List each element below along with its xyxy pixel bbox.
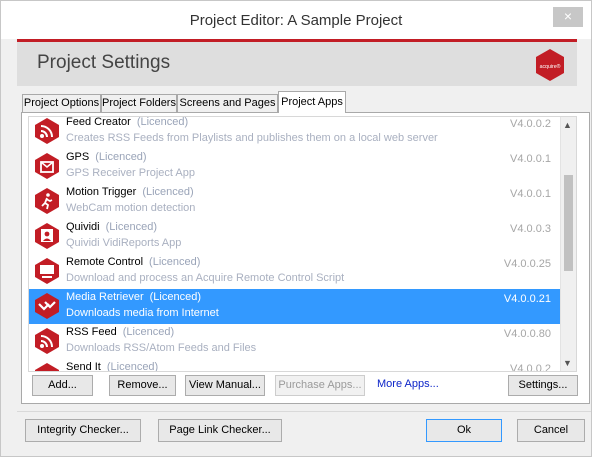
list-item-media-retriever[interactable]: Media Retriever (Licenced) Downloads medi… — [29, 289, 565, 324]
list-item-feed-creator[interactable]: Feed Creator (Licenced) Creates RSS Feeds… — [29, 116, 565, 149]
app-name: GPS — [66, 151, 90, 163]
rss-icon — [35, 118, 59, 144]
app-name: Quividi — [66, 221, 100, 233]
svg-text:acquire®: acquire® — [540, 63, 561, 70]
app-version: V4.0.0.80 — [503, 328, 551, 340]
cancel-button[interactable]: Cancel — [517, 419, 585, 442]
list-item-quividi[interactable]: Quividi (Licenced) Quividi VidiReports Ap… — [29, 219, 565, 254]
app-name: Send It — [66, 361, 101, 372]
ok-button[interactable]: Ok — [426, 419, 502, 442]
app-version: V4.0.0.21 — [503, 293, 551, 305]
app-version: V4.0.0.2 — [510, 118, 551, 130]
close-button[interactable]: × — [553, 7, 583, 27]
license-status: (Licenced) — [136, 116, 189, 128]
scroll-down-arrow-icon[interactable]: ▼ — [563, 358, 572, 368]
app-description: Quividi VidiReports App — [66, 237, 182, 249]
license-status: (Licenced) — [142, 186, 194, 198]
scrollbar-thumb[interactable] — [564, 175, 573, 271]
apps-list[interactable]: Feed Creator (Licenced) Creates RSS Feeds… — [28, 116, 577, 372]
remove-button[interactable]: Remove... — [109, 375, 176, 396]
settings-button[interactable]: Settings... — [508, 375, 578, 396]
person-screen-icon — [35, 223, 59, 249]
app-name: Feed Creator — [66, 116, 131, 128]
list-item-rss-feed[interactable]: RSS Feed (Licenced) Downloads RSS/Atom Fe… — [29, 324, 565, 359]
tab-project-options[interactable]: Project Options — [22, 94, 101, 112]
list-item-remote-control[interactable]: Remote Control (Licenced) Download and pr… — [29, 254, 565, 289]
view-manual-button[interactable]: View Manual... — [185, 375, 265, 396]
list-item-gps[interactable]: GPS (Licenced) GPS Receiver Project App V… — [29, 149, 565, 184]
app-description: Downloads RSS/Atom Feeds and Files — [66, 342, 257, 354]
app-name: Media Retriever — [66, 291, 144, 303]
license-status: (Licenced) — [106, 361, 159, 372]
list-scrollbar[interactable]: ▲ ▼ — [560, 117, 576, 371]
list-item-send-it[interactable]: Send It (Licenced) V4.0.0.2 — [29, 359, 565, 372]
app-description: Download and process an Acquire Remote C… — [66, 272, 345, 284]
more-apps-link[interactable]: More Apps... — [377, 378, 439, 390]
list-item-motion-trigger[interactable]: Motion Trigger (Licenced) WebCam motion d… — [29, 184, 565, 219]
project-editor-window: Project Editor: A Sample Project × Proje… — [0, 0, 592, 457]
download-arrows-icon — [35, 293, 59, 319]
app-version: V4.0.0.3 — [510, 223, 551, 235]
app-name: RSS Feed — [66, 326, 117, 338]
settings-header: Project Settings acquire® — [17, 42, 577, 86]
app-version: V4.0.0.1 — [510, 188, 551, 200]
license-status: (Licenced) — [122, 326, 175, 338]
tab-project-folders[interactable]: Project Folders — [101, 94, 177, 112]
app-description: WebCam motion detection — [66, 202, 196, 214]
page-title: Project Settings — [37, 52, 171, 73]
app-description: Downloads media from Internet — [66, 307, 219, 319]
title-bar: Project Editor: A Sample Project × — [1, 1, 591, 39]
tab-project-apps[interactable]: Project Apps — [278, 91, 346, 113]
monitor-icon — [35, 258, 59, 284]
running-man-icon — [35, 188, 59, 214]
send-icon — [35, 363, 59, 371]
page-link-checker-button[interactable]: Page Link Checker... — [158, 419, 282, 442]
app-version: V4.0.0.25 — [503, 258, 551, 270]
license-status: (Licenced) — [149, 291, 201, 303]
app-name: Remote Control — [66, 256, 144, 268]
integrity-checker-button[interactable]: Integrity Checker... — [25, 419, 141, 442]
app-version: V4.0.0.2 — [510, 363, 551, 372]
add-button[interactable]: Add... — [32, 375, 93, 396]
app-description: GPS Receiver Project App — [66, 167, 196, 179]
gps-icon — [35, 153, 59, 179]
rss-icon — [35, 328, 59, 354]
scroll-up-arrow-icon[interactable]: ▲ — [563, 120, 572, 130]
acquire-logo: acquire® — [536, 49, 564, 81]
window-title: Project Editor: A Sample Project — [189, 12, 403, 29]
app-version: V4.0.0.1 — [510, 153, 551, 165]
purchase-apps-button: Purchase Apps... — [275, 375, 365, 396]
license-status: (Licenced) — [149, 256, 201, 268]
license-status: (Licenced) — [105, 221, 157, 233]
license-status: (Licenced) — [95, 151, 147, 163]
divider — [17, 411, 591, 412]
project-apps-panel: Feed Creator (Licenced) Creates RSS Feeds… — [21, 112, 590, 404]
app-description: Creates RSS Feeds from Playlists and pub… — [66, 132, 438, 144]
app-name: Motion Trigger — [66, 186, 137, 198]
tab-screens-and-pages[interactable]: Screens and Pages — [177, 94, 278, 112]
